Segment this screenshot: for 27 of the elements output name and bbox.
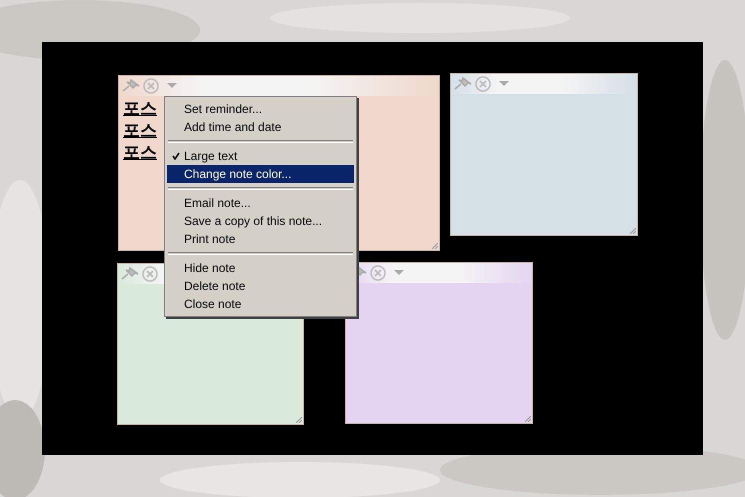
menu-item[interactable]: Hide note [167,259,354,277]
menu-item[interactable]: Close note [167,295,354,313]
pin-icon[interactable] [453,76,473,92]
resize-grip-icon[interactable] [296,417,302,423]
close-icon[interactable] [142,266,158,282]
note-text: 포스 [123,98,157,120]
menu-item[interactable]: Email note... [167,194,354,212]
menu-item[interactable]: Save a copy of this note... [167,212,354,230]
close-icon[interactable] [370,265,386,281]
menu-item[interactable]: Add time and date [167,118,354,136]
resize-grip-icon[interactable] [525,416,531,422]
resize-grip-icon[interactable] [432,243,438,249]
note-text: 포스 [123,120,157,142]
pin-icon[interactable] [121,78,141,94]
menu-item[interactable]: Print note [167,230,354,248]
close-icon[interactable] [475,76,491,92]
note-text: 포스 [123,142,157,164]
close-icon[interactable] [143,78,159,94]
menu-item[interactable]: Set reminder... [167,100,354,118]
menu-item[interactable]: Large text [167,147,354,165]
dropdown-arrow-icon[interactable] [167,83,177,89]
pin-icon[interactable] [120,266,140,282]
dropdown-arrow-icon[interactable] [394,270,404,276]
menu-item[interactable]: Delete note [167,277,354,295]
resize-grip-icon[interactable] [630,228,636,234]
dropdown-arrow-icon[interactable] [499,81,509,87]
menu-item[interactable]: Change note color... [167,165,354,183]
